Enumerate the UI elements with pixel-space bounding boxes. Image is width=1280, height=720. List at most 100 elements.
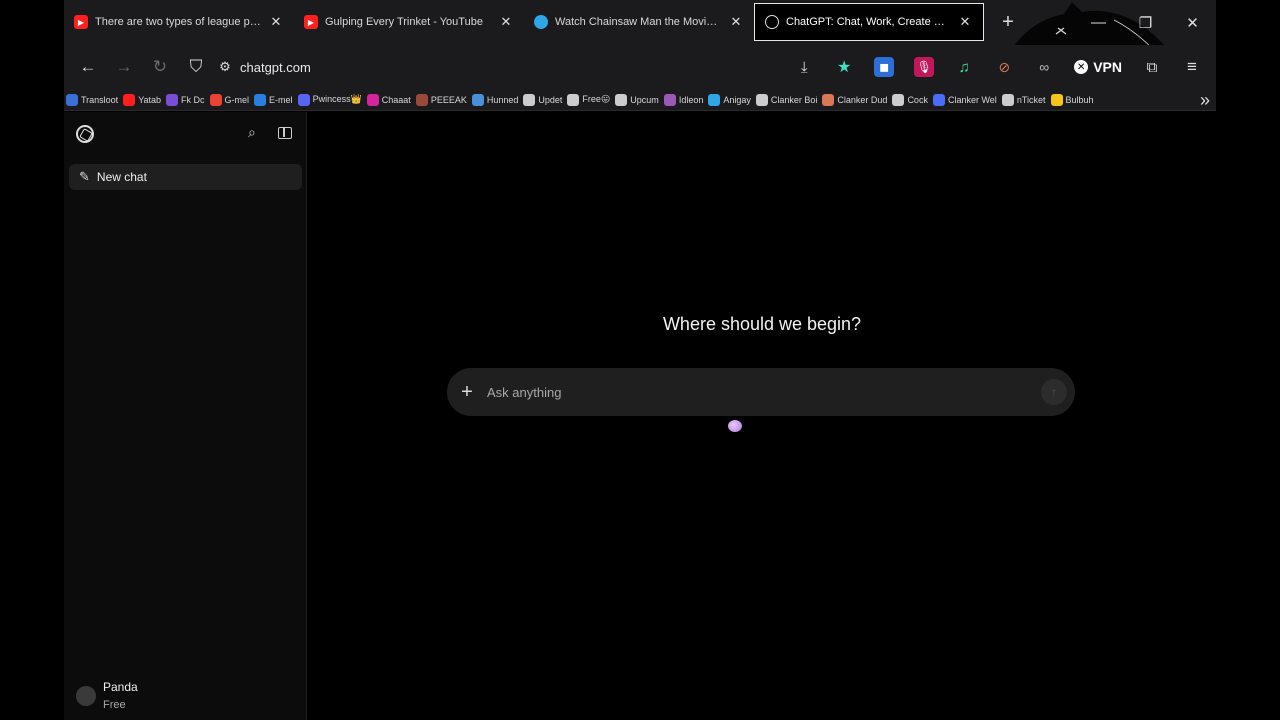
bookmark-item[interactable]: E-mel — [254, 93, 293, 106]
bookmark-favicon-icon — [1050, 93, 1063, 106]
vpn-label: VPN — [1093, 59, 1122, 75]
back-icon[interactable]: ← — [70, 51, 106, 83]
tab-strip: ▶ There are two types of league players … — [64, 0, 1216, 64]
bookmark-favicon-icon — [254, 93, 267, 106]
bookmark-favicon-icon — [663, 93, 676, 106]
bookmark-label: Clanker Wel — [947, 94, 997, 105]
tab-chatgpt[interactable]: ChatGPT: Chat, Work, Create & Code ✕ — [754, 3, 984, 41]
bookmark-item[interactable]: Anigay — [708, 93, 751, 106]
compose-icon: ✎ — [79, 169, 90, 184]
composer[interactable]: + ↑ — [447, 368, 1075, 416]
bookmark-favicon-icon — [755, 93, 768, 106]
bookmark-item[interactable]: Clanker Dud — [822, 93, 888, 106]
vpn-button[interactable]: ✕ VPN — [1074, 59, 1122, 75]
sidebar-header: ⌕ — [64, 112, 306, 156]
bookmark-label: Upcum — [630, 94, 659, 105]
close-icon[interactable]: ✕ — [268, 14, 284, 30]
bookmarks-bar: Transloot Yatab Fk Dc G-mel E-mel Pwincess👑 Ch… — [64, 89, 1216, 111]
bookmark-favicon-icon — [708, 93, 721, 106]
bookmark-label: G-mel — [224, 94, 250, 105]
glasses-extension-icon[interactable]: ∞ — [1034, 57, 1054, 77]
puzzle-icon[interactable]: ⧉ — [1142, 57, 1162, 77]
bookmark-label: Bulbuh — [1065, 94, 1094, 105]
prompt-input[interactable] — [487, 384, 1041, 400]
window-controls: — ❐ ✕ — [1075, 0, 1216, 45]
chatgpt-icon — [765, 15, 779, 29]
bookmark-item[interactable]: Fk Dc — [166, 93, 205, 106]
bookmark-item[interactable]: Free😛 — [567, 93, 610, 106]
chatgpt-logo-icon[interactable] — [76, 125, 94, 143]
youtube-icon: ▶ — [74, 15, 88, 29]
tab-gulping-trinket[interactable]: ▶ Gulping Every Trinket - YouTube ✕ — [294, 3, 524, 41]
menu-icon[interactable]: ≡ — [1182, 57, 1202, 77]
bookmark-item[interactable]: Bulbuh — [1050, 93, 1094, 106]
bookmark-item[interactable]: G-mel — [209, 93, 250, 106]
bookmark-item[interactable]: Clanker Boi — [755, 93, 817, 106]
download-icon[interactable]: ⤓ — [794, 57, 814, 77]
bookmark-item[interactable]: nTicket — [1001, 93, 1046, 106]
page-title: Where should we begin? — [662, 314, 862, 334]
tab-chainsaw-man[interactable]: Watch Chainsaw Man the Movie: Reze ✕ — [524, 3, 754, 41]
close-window-icon[interactable]: ✕ — [1169, 0, 1216, 45]
site-settings-icon[interactable]: ⚙ — [214, 51, 236, 83]
sidebar-toggle-icon[interactable] — [278, 127, 292, 139]
bookmark-item[interactable]: Transloot — [66, 93, 119, 106]
bookmark-item[interactable]: PEEEAK — [415, 93, 467, 106]
attach-plus-icon[interactable]: + — [447, 381, 487, 404]
forward-icon[interactable]: → — [106, 51, 142, 83]
bookmark-item[interactable]: Cock — [892, 93, 928, 106]
extension-icon[interactable]: ⊘ — [994, 57, 1014, 77]
bookmarks-overflow-icon[interactable]: » — [1200, 89, 1210, 111]
new-chat-label: New chat — [96, 170, 147, 184]
bookmark-item[interactable]: Yatab — [123, 93, 162, 106]
restore-icon[interactable]: ❐ — [1122, 0, 1169, 45]
bookmark-favicon-icon — [932, 93, 945, 106]
star-icon[interactable]: ★ — [834, 57, 854, 77]
search-icon[interactable]: ⌕ — [248, 124, 256, 141]
close-icon[interactable]: ✕ — [728, 14, 744, 30]
tab-league-players[interactable]: ▶ There are two types of league players … — [64, 3, 294, 41]
bookmark-favicon-icon — [297, 93, 310, 106]
bookmark-item[interactable]: Updet — [523, 93, 562, 106]
user-profile-button[interactable]: Panda Free — [76, 678, 138, 713]
bookmark-label: Transloot — [81, 94, 119, 105]
bookmark-favicon-icon — [471, 93, 484, 106]
translate-extension-icon[interactable]: ◼ — [874, 57, 895, 77]
bookmark-label: E-mel — [269, 94, 293, 105]
tab-title: Gulping Every Trinket - YouTube — [325, 16, 483, 28]
bookmark-label: PEEEAK — [430, 94, 467, 105]
bookmark-item[interactable]: Idleon — [663, 93, 703, 106]
music-extension-icon[interactable]: ♫ — [954, 57, 974, 77]
microphone-extension-icon[interactable]: 🎙 — [914, 57, 935, 77]
bookmark-label: Cock — [907, 94, 928, 105]
shield-icon[interactable]: ⛉ — [178, 51, 214, 83]
address-bar[interactable]: chatgpt.com — [240, 60, 311, 75]
close-icon[interactable]: ✕ — [498, 14, 514, 30]
browser-window: ▶ There are two types of league players … — [64, 0, 1216, 720]
bookmark-favicon-icon — [892, 93, 905, 106]
cursor-orb-icon — [728, 420, 742, 432]
navigation-bar: ← → ↻ ⛉ ⚙ chatgpt.com ⤓ ★ ◼ 🎙 ♫ ⊘ ∞ ✕ VP… — [64, 45, 1216, 89]
tab-title: ChatGPT: Chat, Work, Create & Code — [786, 16, 951, 28]
sidebar: ⌕ ✎ New chat Panda Free — [64, 112, 307, 720]
youtube-icon: ▶ — [304, 15, 318, 29]
bookmark-item[interactable]: Upcum — [615, 93, 659, 106]
bookmark-item[interactable]: Chaaat — [366, 93, 411, 106]
bookmark-label: Yatab — [138, 94, 162, 105]
minimize-icon[interactable]: — — [1075, 0, 1122, 45]
bookmark-item[interactable]: Hunned — [471, 93, 518, 106]
bookmark-item[interactable]: Pwincess👑 — [297, 93, 362, 106]
reload-icon[interactable]: ↻ — [142, 51, 178, 83]
bookmark-favicon-icon — [567, 93, 580, 106]
bookmark-favicon-icon — [1001, 93, 1014, 106]
user-name: Panda — [103, 680, 138, 694]
new-tab-button[interactable]: + — [992, 6, 1024, 38]
avatar — [76, 685, 96, 706]
send-button[interactable]: ↑ — [1041, 379, 1067, 405]
bookmark-label: Clanker Dud — [837, 94, 888, 105]
new-chat-button[interactable]: ✎ New chat — [69, 164, 302, 190]
tab-title: Watch Chainsaw Man the Movie: Reze — [555, 16, 722, 28]
bookmark-label: Fk Dc — [181, 94, 205, 105]
bookmark-item[interactable]: Clanker Wel — [932, 93, 997, 106]
close-icon[interactable]: ✕ — [957, 14, 973, 30]
